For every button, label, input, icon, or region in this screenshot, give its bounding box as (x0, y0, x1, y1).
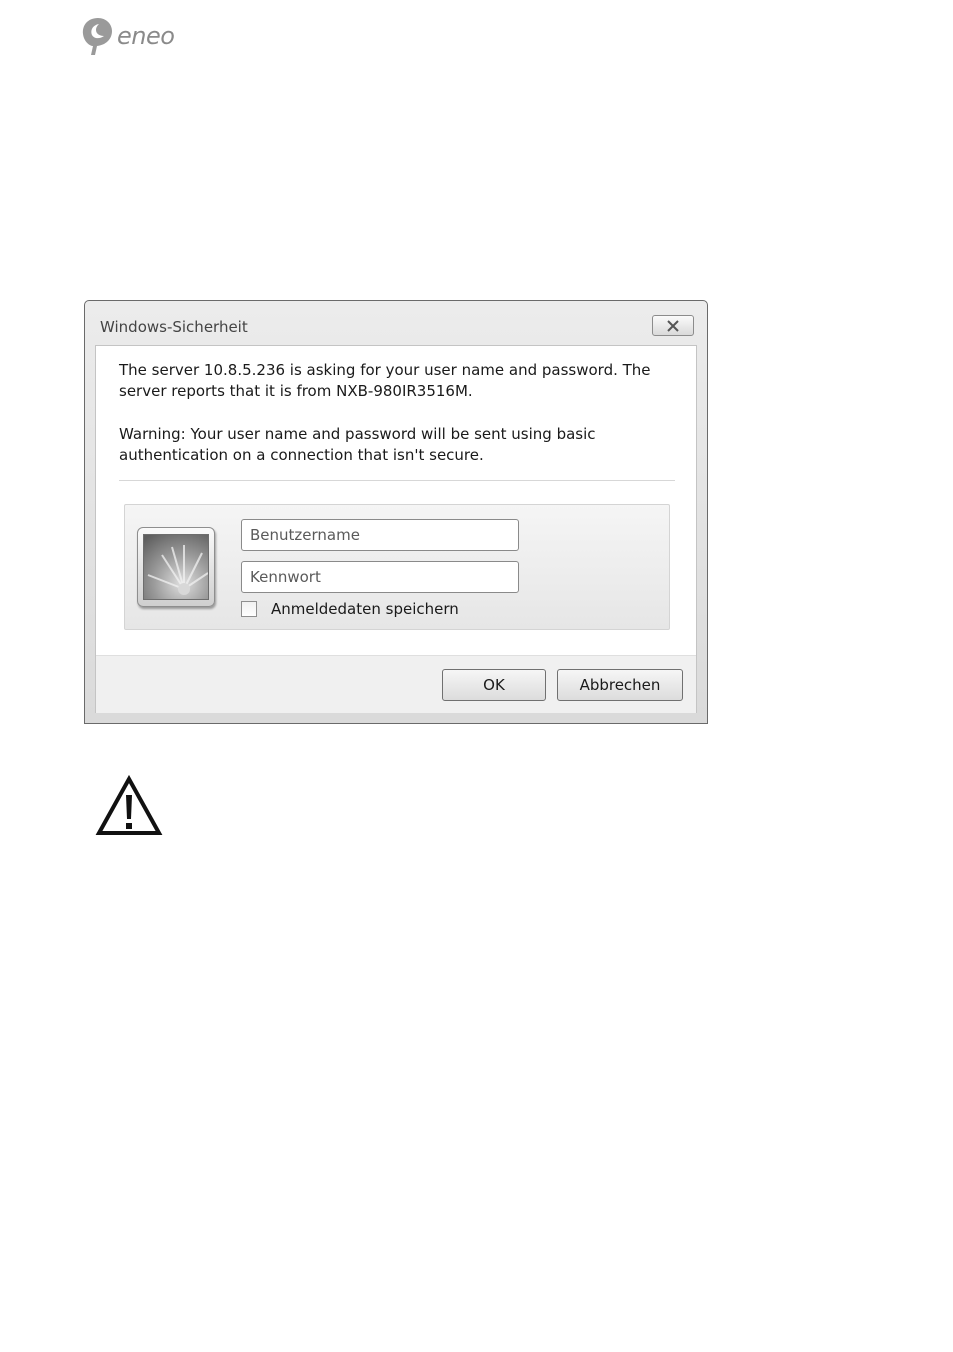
eneo-logo-text: eneo (117, 22, 175, 50)
username-input[interactable] (241, 519, 519, 551)
dialog-title: Windows-Sicherheit (100, 318, 248, 336)
eneo-logo-icon (82, 18, 112, 55)
warning-triangle-icon (95, 775, 163, 835)
close-icon (667, 319, 679, 332)
dialog-footer: OK Abbrechen (96, 655, 696, 713)
user-tile (137, 527, 215, 607)
page: eneo Windows-Sicherheit The server 10.8.… (0, 0, 953, 1352)
windows-security-dialog: Windows-Sicherheit The server 10.8.5.236… (84, 300, 708, 724)
password-input[interactable] (241, 561, 519, 593)
ok-button[interactable]: OK (442, 669, 546, 701)
server-message: The server 10.8.5.236 is asking for your… (119, 361, 651, 400)
dialog-titlebar[interactable]: Windows-Sicherheit (85, 301, 707, 345)
credential-panel: Anmeldedaten speichern (124, 504, 670, 630)
remember-checkbox[interactable] (241, 601, 257, 617)
security-warning-text: Warning: Your user name and password wil… (119, 425, 596, 464)
user-tile-picture (143, 534, 209, 600)
separator (119, 480, 675, 481)
remember-label[interactable]: Anmeldedaten speichern (271, 600, 459, 618)
dialog-content: The server 10.8.5.236 is asking for your… (95, 345, 697, 713)
close-button[interactable] (652, 315, 694, 336)
user-tile-flower-icon (144, 535, 208, 599)
cancel-button[interactable]: Abbrechen (557, 669, 683, 701)
eneo-logo: eneo (80, 16, 190, 60)
